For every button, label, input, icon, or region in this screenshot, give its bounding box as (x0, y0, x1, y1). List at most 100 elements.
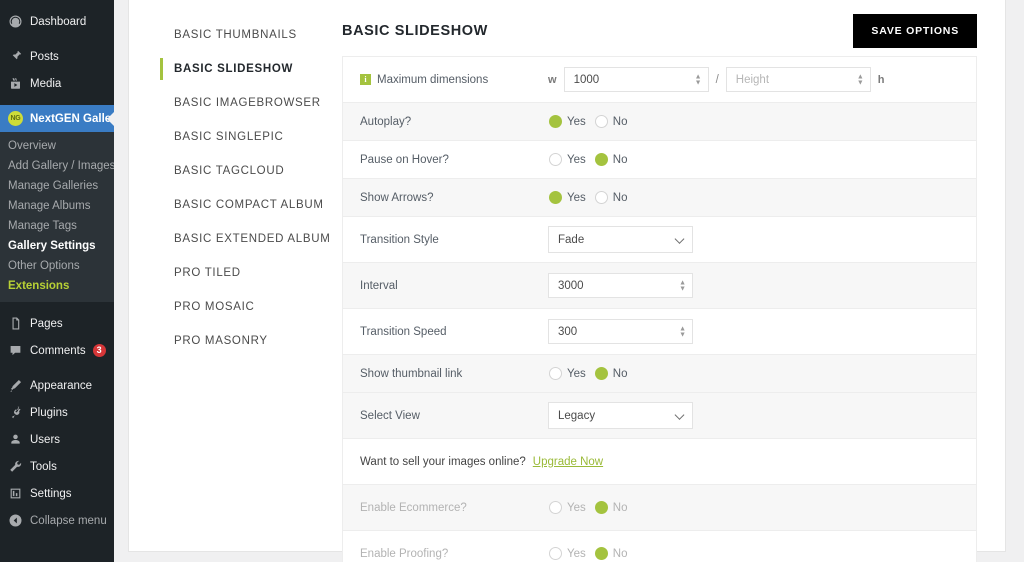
sidebar-item-settings[interactable]: Settings (0, 480, 114, 507)
select-view-select[interactable]: Legacy (548, 402, 693, 429)
chevron-down-icon (675, 410, 685, 420)
sidebar-label: Pages (30, 317, 63, 331)
autoplay-yes-option[interactable]: Yes (549, 115, 586, 128)
dimension-separator: / (716, 74, 719, 86)
sidebar-label: Posts (30, 50, 59, 64)
radio-dot-selected-icon[interactable] (595, 153, 608, 166)
label-select-view: Select View (360, 410, 548, 422)
submenu-item-other-options[interactable]: Other Options (0, 256, 114, 276)
radio-group-show-thumbnail-link: Yes No (549, 367, 627, 380)
sidebar-item-dashboard[interactable]: Dashboard (0, 8, 114, 35)
width-unit-label: w (548, 74, 557, 86)
row-maximum-dimensions: i Maximum dimensions w 1000 ▲▼ / Height (343, 57, 976, 103)
nextgen-badge-text: NG (8, 111, 23, 126)
show-arrows-no-option[interactable]: No (595, 191, 628, 204)
show-thumbnail-link-yes-option[interactable]: Yes (549, 367, 586, 380)
option-label: No (613, 548, 628, 560)
submenu-item-manage-galleries[interactable]: Manage Galleries (0, 176, 114, 196)
autoplay-no-option[interactable]: No (595, 115, 628, 128)
row-autoplay: Autoplay? Yes No (343, 103, 976, 141)
option-label: No (613, 154, 628, 166)
sidebar-label: Collapse menu (30, 514, 107, 528)
radio-dot-icon[interactable] (595, 191, 608, 204)
sidebar-label: Settings (30, 487, 72, 501)
sidebar-label: Media (30, 77, 61, 91)
radio-group-pause-on-hover: Yes No (549, 153, 627, 166)
upgrade-now-link[interactable]: Upgrade Now (533, 456, 603, 468)
max-width-input[interactable]: 1000 ▲▼ (564, 67, 709, 92)
max-height-spinner[interactable]: ▲▼ (857, 74, 864, 85)
max-height-input[interactable]: Height ▲▼ (726, 67, 871, 92)
sidebar-item-posts[interactable]: Posts (0, 43, 114, 70)
menu-spacer-1 (0, 35, 114, 43)
sidebar-item-media[interactable]: Media (0, 70, 114, 97)
interval-spinner[interactable]: ▲▼ (679, 280, 686, 291)
nav-item-basic-imagebrowser[interactable]: BASIC IMAGEBROWSER (129, 86, 325, 120)
sidebar-item-collapse-menu[interactable]: Collapse menu (0, 507, 114, 534)
transition-speed-spinner[interactable]: ▲▼ (679, 326, 686, 337)
nav-item-basic-tagcloud[interactable]: BASIC TAGCLOUD (129, 154, 325, 188)
option-label: Yes (567, 154, 586, 166)
submenu-item-manage-albums[interactable]: Manage Albums (0, 196, 114, 216)
radio-dot-icon (549, 501, 562, 514)
transition-speed-input[interactable]: 300 ▲▼ (548, 319, 693, 344)
pause-on-hover-no-option[interactable]: No (595, 153, 628, 166)
nav-item-pro-tiled[interactable]: PRO TILED (129, 256, 325, 290)
nav-item-pro-mosaic[interactable]: PRO MOSAIC (129, 290, 325, 324)
interval-input[interactable]: 3000 ▲▼ (548, 273, 693, 298)
transition-style-select[interactable]: Fade (548, 226, 693, 253)
submenu-item-gallery-settings[interactable]: Gallery Settings (0, 236, 114, 256)
interval-value: 3000 (558, 280, 584, 292)
enable-ecommerce-no-option: No (595, 501, 628, 514)
radio-dot-icon[interactable] (549, 367, 562, 380)
nav-item-basic-compact-album[interactable]: BASIC COMPACT ALBUM (129, 188, 325, 222)
sidebar-item-comments[interactable]: Comments 3 (0, 337, 114, 364)
nav-item-basic-extended-album[interactable]: BASIC EXTENDED ALBUM (129, 222, 325, 256)
row-interval: Interval 3000 ▲▼ (343, 263, 976, 309)
sidebar-item-pages[interactable]: Pages (0, 310, 114, 337)
sidebar-item-appearance[interactable]: Appearance (0, 372, 114, 399)
row-show-arrows: Show Arrows? Yes No (343, 179, 976, 217)
label-interval: Interval (360, 280, 548, 292)
select-view-value: Legacy (558, 410, 595, 422)
info-icon[interactable]: i (360, 74, 371, 85)
nav-item-basic-singlepic[interactable]: BASIC SINGLEPIC (129, 120, 325, 154)
promo-text: Want to sell your images online? (360, 456, 526, 468)
sidebar-item-users[interactable]: Users (0, 426, 114, 453)
submenu-item-extensions[interactable]: Extensions (0, 276, 114, 296)
option-label: Yes (567, 116, 586, 128)
chevron-down-icon (675, 234, 685, 244)
settings-form-region: BASIC SLIDESHOW SAVE OPTIONS i Maximum d… (325, 0, 1005, 551)
show-arrows-yes-option[interactable]: Yes (549, 191, 586, 204)
option-label: Yes (567, 192, 586, 204)
submenu-item-add-gallery-images[interactable]: Add Gallery / Images (0, 156, 114, 176)
label-enable-ecommerce: Enable Ecommerce? (360, 502, 548, 514)
nextgen-submenu: Overview Add Gallery / Images Manage Gal… (0, 132, 114, 302)
sidebar-item-plugins[interactable]: Plugins (0, 399, 114, 426)
radio-dot-selected-icon[interactable] (549, 191, 562, 204)
settings-table: i Maximum dimensions w 1000 ▲▼ / Height (342, 56, 977, 562)
page-title: BASIC SLIDESHOW (342, 23, 488, 39)
submenu-item-overview[interactable]: Overview (0, 136, 114, 156)
content-region: BASIC THUMBNAILS BASIC SLIDESHOW BASIC I… (114, 0, 1024, 562)
radio-dot-selected-icon[interactable] (549, 115, 562, 128)
submenu-item-manage-tags[interactable]: Manage Tags (0, 216, 114, 236)
sidebar-label: Appearance (30, 379, 92, 393)
radio-dot-icon[interactable] (549, 153, 562, 166)
show-thumbnail-link-no-option[interactable]: No (595, 367, 628, 380)
nav-item-basic-slideshow[interactable]: BASIC SLIDESHOW (129, 52, 325, 86)
pause-on-hover-yes-option[interactable]: Yes (549, 153, 586, 166)
transition-style-value: Fade (558, 234, 584, 246)
radio-dot-selected-icon[interactable] (595, 367, 608, 380)
sidebar-item-tools[interactable]: Tools (0, 453, 114, 480)
option-label: Yes (567, 502, 586, 514)
max-width-spinner[interactable]: ▲▼ (695, 74, 702, 85)
save-options-button[interactable]: SAVE OPTIONS (853, 14, 977, 48)
nav-item-basic-thumbnails[interactable]: BASIC THUMBNAILS (129, 18, 325, 52)
row-transition-speed: Transition Speed 300 ▲▼ (343, 309, 976, 355)
sidebar-item-nextgen-gallery[interactable]: NG NextGEN Gallery (0, 105, 114, 132)
label-show-thumbnail-link: Show thumbnail link (360, 368, 548, 380)
radio-dot-icon[interactable] (595, 115, 608, 128)
menu-spacer-top (0, 0, 114, 8)
nav-item-pro-masonry[interactable]: PRO MASONRY (129, 324, 325, 358)
